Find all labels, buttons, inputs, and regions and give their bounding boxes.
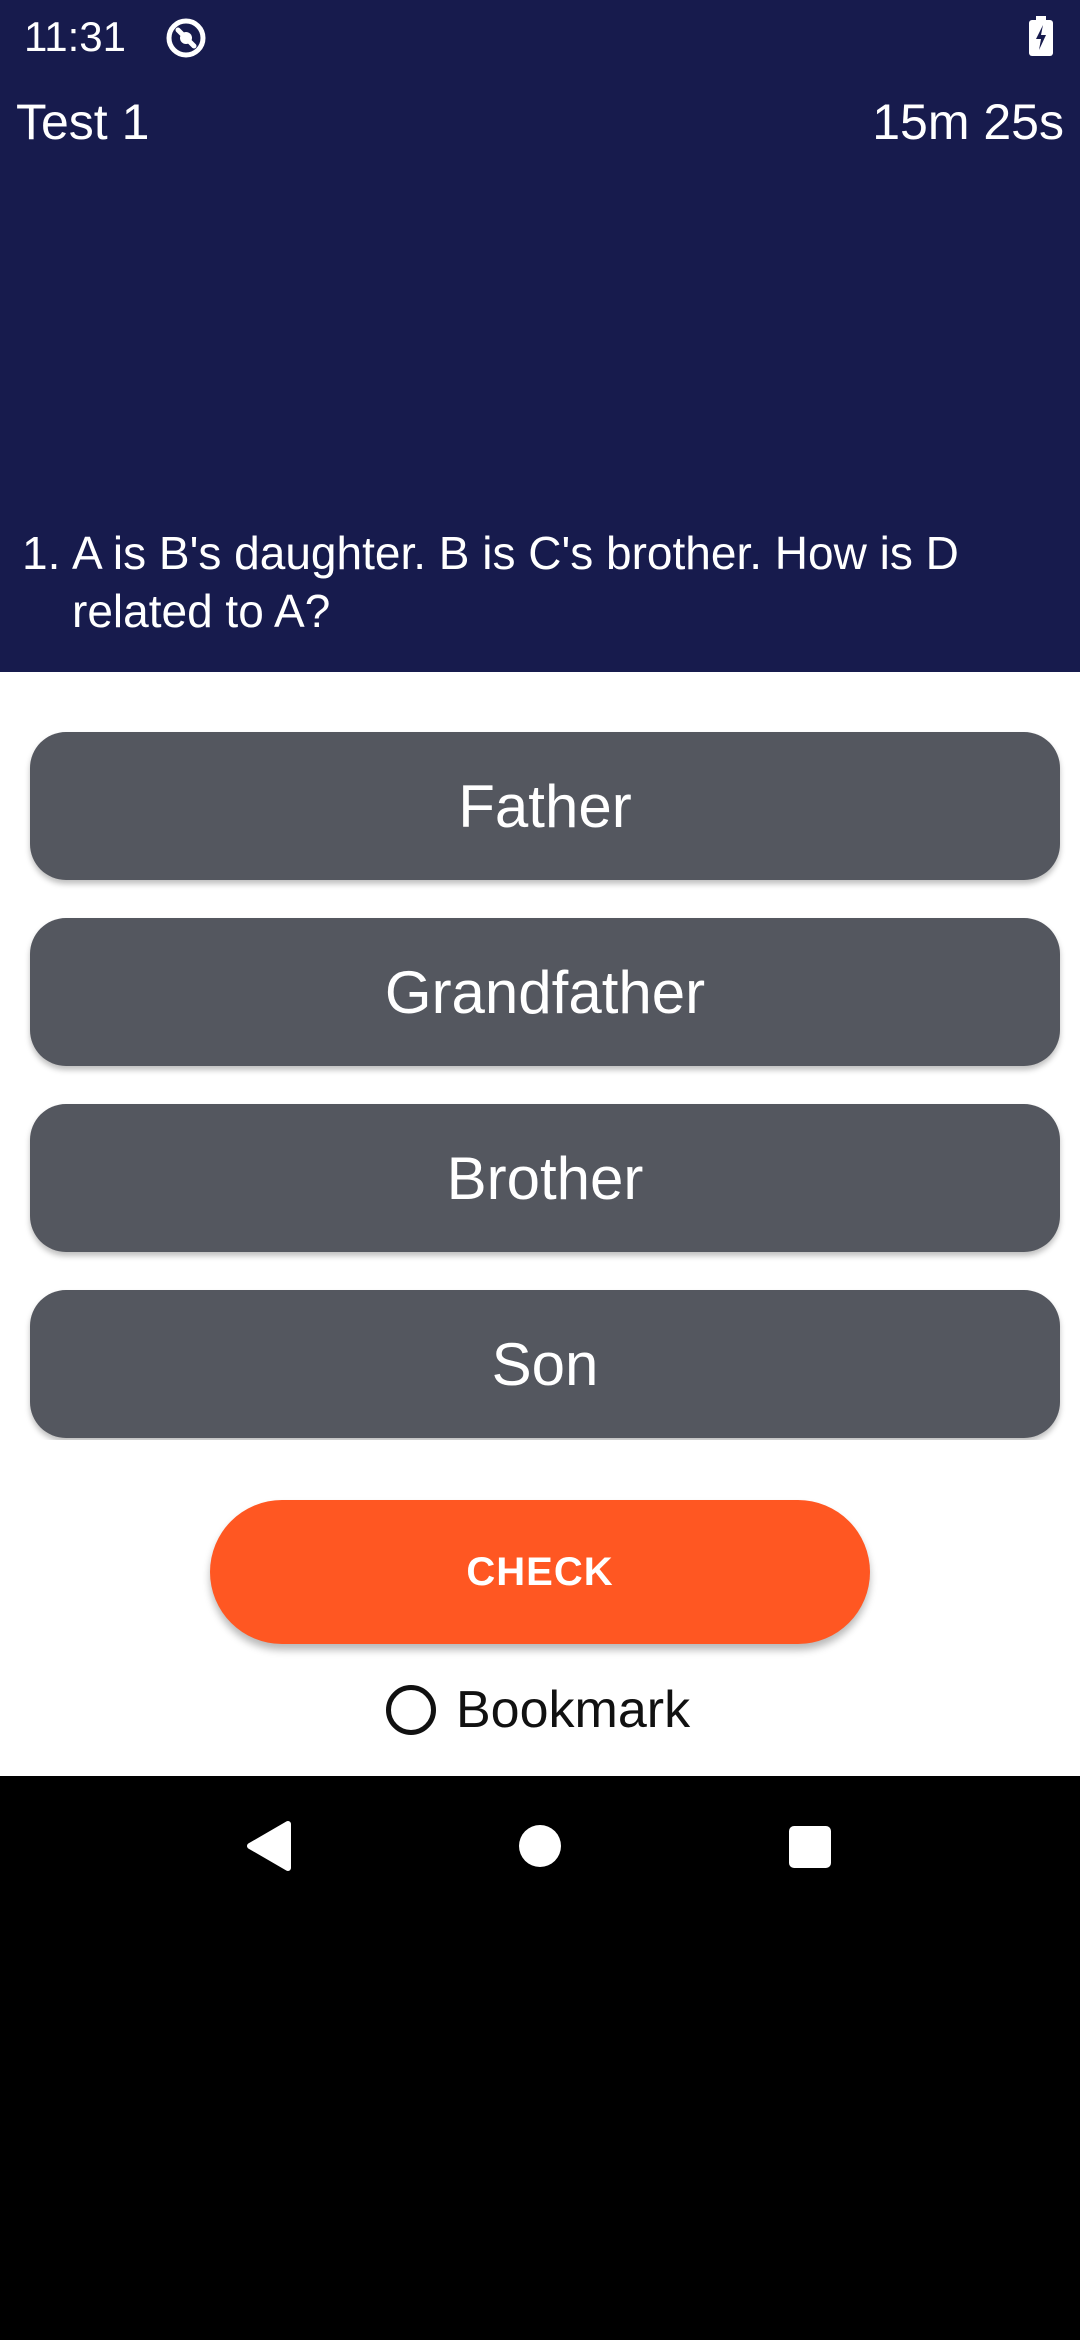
question-text: 1. A is B's daughter. B is C's brother. … (22, 524, 1042, 640)
bookmark-label: Bookmark (456, 1681, 691, 1739)
check-button[interactable]: CHECK (210, 1500, 870, 1644)
option-son-button[interactable]: Son (30, 1290, 1060, 1438)
battery-charging-icon (1029, 16, 1053, 56)
countdown-timer: 15m 25s (872, 94, 1064, 150)
option-grandfather-button[interactable]: Grandfather (30, 918, 1060, 1066)
options-list: Father Grandfather Brother Son (0, 672, 1080, 1440)
option-father-button[interactable]: Father (30, 732, 1060, 880)
header: 11:31 Test 1 15m 25s 1. A is B's daughte… (0, 0, 1080, 672)
status-time: 11:31 (24, 13, 126, 60)
app-notification-icon (166, 18, 206, 58)
bookmark-toggle[interactable]: Bookmark (386, 1672, 690, 1748)
question-body: A is B's daughter. B is C's brother. How… (72, 527, 959, 637)
question-number: 1. (22, 527, 61, 579)
recents-icon[interactable] (787, 1824, 833, 1870)
back-icon[interactable] (244, 1820, 292, 1872)
home-icon[interactable] (518, 1824, 562, 1868)
option-brother-button[interactable]: Brother (30, 1104, 1060, 1252)
bookmark-radio-icon[interactable] (386, 1685, 436, 1735)
test-title: Test 1 (16, 94, 150, 150)
answer-panel: Father Grandfather Brother Son CHECK Boo… (0, 672, 1080, 1776)
system-nav-bar (0, 1776, 1080, 1916)
